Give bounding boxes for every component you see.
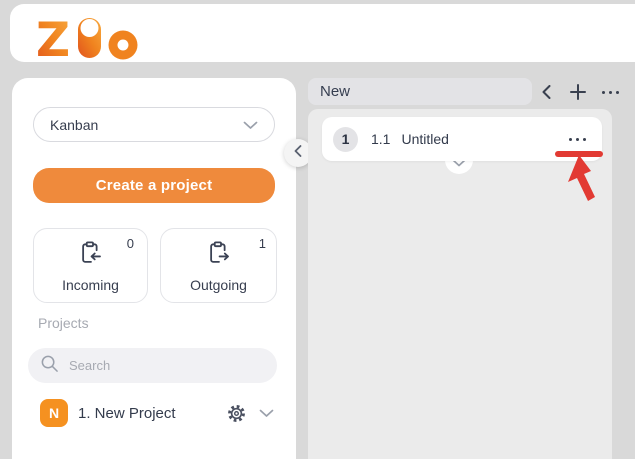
outgoing-count: 1: [259, 236, 266, 251]
ellipsis-icon[interactable]: [600, 82, 620, 102]
column-title-input[interactable]: New: [308, 78, 532, 105]
incoming-count: 0: [127, 236, 134, 251]
gear-icon[interactable]: [226, 403, 246, 423]
zio-logo-graphic: Z: [38, 12, 153, 62]
card-menu-ellipsis-icon[interactable]: [569, 138, 586, 141]
task-order-badge: 1: [333, 127, 358, 152]
task-title: Untitled: [401, 131, 448, 147]
incoming-card[interactable]: 0 Incoming: [33, 228, 148, 303]
projects-section-label: Projects: [38, 315, 89, 331]
plus-icon[interactable]: [568, 82, 588, 102]
top-header-bar: Zio Z: [10, 4, 635, 62]
incoming-label: Incoming: [34, 277, 147, 293]
project-list-item[interactable]: N 1. New Project: [28, 395, 278, 431]
search-input[interactable]: [67, 357, 241, 374]
clipboard-arrow-in-icon: [77, 239, 104, 271]
create-project-button[interactable]: Create a project: [33, 168, 275, 203]
view-mode-select[interactable]: Kanban: [33, 107, 275, 142]
zio-logo: Zio Z: [38, 12, 153, 62]
task-code: 1.1: [371, 131, 390, 147]
annotation-cursor-arrow: [567, 155, 601, 205]
app-window: Zio Z Kanban Create a project 0: [0, 0, 635, 459]
view-mode-value: Kanban: [50, 117, 98, 133]
chevron-left-icon[interactable]: [536, 82, 556, 102]
clipboard-arrow-out-icon: [205, 239, 232, 271]
chevron-down-icon: [243, 117, 258, 133]
chevron-down-icon[interactable]: [256, 403, 276, 423]
magnifier-icon: [40, 354, 59, 378]
outgoing-label: Outgoing: [161, 277, 276, 293]
chevron-left-icon: [294, 144, 302, 162]
column-toolbar: [536, 80, 620, 104]
outgoing-card[interactable]: 1 Outgoing: [160, 228, 277, 303]
project-avatar: N: [40, 399, 68, 427]
project-search[interactable]: [28, 348, 277, 383]
project-name: 1. New Project: [78, 405, 176, 422]
svg-text:Z: Z: [38, 13, 70, 62]
